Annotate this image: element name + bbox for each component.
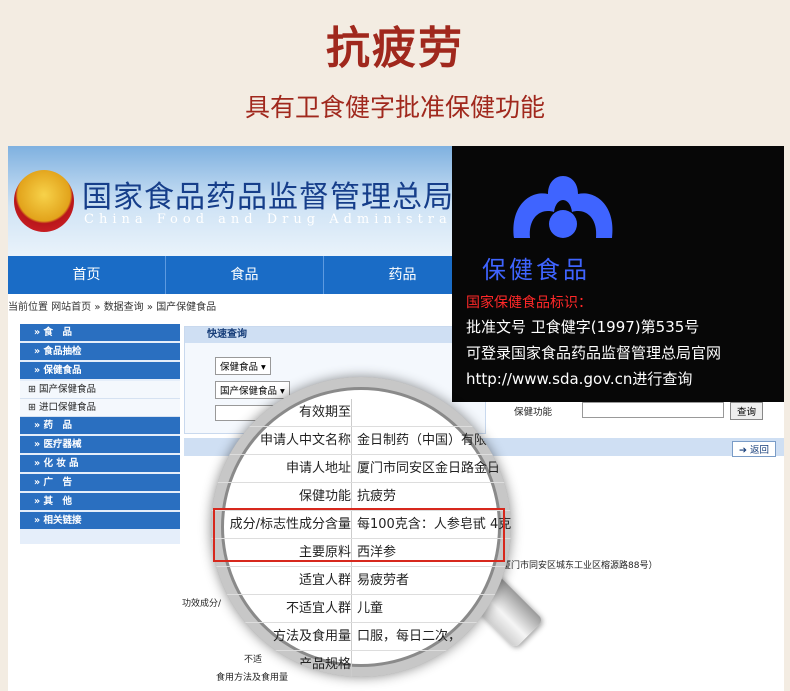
sidebar-item-label: » 化 妆 品 — [34, 458, 79, 469]
back-arrow-icon: ➔ — [739, 445, 747, 456]
breadcrumb-sep: » — [94, 302, 101, 313]
subcategory-select[interactable]: 国产保健食品 ▾ — [215, 381, 290, 399]
detail-value: 厦门市同安区金日路金日 — [357, 461, 501, 476]
detail-key: 申请人中文名称 — [259, 433, 351, 448]
sidebar-item-label: 进口保健食品 — [38, 402, 96, 413]
detail-value: 抗疲劳 — [357, 489, 397, 504]
sidebar-item[interactable]: » 食品抽检 — [20, 343, 180, 362]
sidebar-item-label: » 相关链接 — [34, 515, 82, 526]
sidebar-item[interactable]: » 化 妆 品 — [20, 455, 180, 474]
detail-row: 申请人地址 厦门市同安区金日路金日 — [211, 455, 511, 483]
org-name-en: China Food and Drug Administration — [84, 212, 498, 227]
health-food-logo-text: 保健食品 — [482, 256, 590, 284]
sidebar-item-label: » 广 告 — [34, 477, 72, 488]
breadcrumb-query[interactable]: 数据查询 — [104, 302, 144, 313]
detail-value: 金日制药（中国）有限 — [357, 433, 488, 448]
sidebar-item[interactable]: » 相关链接 — [20, 512, 180, 531]
breadcrumb-label: 当前位置 — [8, 302, 48, 313]
breadcrumb-sep: » — [146, 302, 153, 313]
sidebar-item-label: » 医疗器械 — [34, 439, 82, 450]
detail-row: 方法及食用量 口服，每日二次， — [211, 623, 511, 651]
breadcrumb-home[interactable]: 网站首页 — [51, 302, 91, 313]
sidebar-item[interactable]: » 药 品 — [20, 417, 180, 436]
detail-row: 产品规格 — [211, 651, 511, 677]
expand-icon: ⊞ — [28, 384, 36, 395]
category-select[interactable]: 保健食品 ▾ — [215, 357, 271, 375]
detail-key: 保健功能 — [298, 489, 351, 504]
detail-value: 易疲劳者 — [357, 573, 410, 588]
expand-icon: ⊞ — [28, 402, 36, 413]
detail-value: 儿童 — [357, 601, 384, 616]
national-emblem-icon — [14, 170, 74, 232]
sidebar-item-label: » 其 他 — [34, 496, 72, 507]
hero-title: 抗疲劳 — [326, 23, 464, 74]
highlight-frame — [213, 508, 505, 562]
sidebar-item-label: » 保健食品 — [34, 365, 82, 376]
address-partial: 厦门市同安区城东工业区榕源路88号） — [502, 561, 658, 571]
detail-key: 方法及食用量 — [272, 629, 351, 644]
detail-key: 不适宜人群 — [285, 601, 351, 616]
hero-subtitle: 具有卫食健字批准保健功能 — [244, 93, 545, 122]
mark-title: 国家保健食品标识： — [466, 295, 592, 311]
sidebar: » 食 品» 食品抽检» 保健食品 ⊞ 国产保健食品 ⊞ 进口保健食品» 药 品» 医疗… — [20, 324, 180, 544]
sidebar-item[interactable]: ⊞ 国产保健食品 — [20, 381, 180, 399]
detail-key: 产品规格 — [298, 657, 351, 672]
quick-search-title: 快速查询 — [185, 327, 485, 343]
back-button-label: 返回 — [750, 445, 770, 456]
health-food-info-overlay: 保健食品 国家保健食品标识： 批准文号 卫食健字(1997)第535号 可登录国… — [452, 146, 784, 402]
health-food-logo-icon — [513, 176, 613, 238]
sidebar-item[interactable]: » 医疗器械 — [20, 436, 180, 455]
detail-key: 适宜人群 — [298, 573, 351, 588]
column-divider — [351, 427, 352, 454]
detail-row: 申请人中文名称 金日制药（中国）有限 — [211, 427, 511, 455]
right-search-input[interactable] — [582, 402, 724, 418]
column-divider — [351, 567, 352, 594]
approval-line: 批准文号 卫食健字(1997)第535号 — [466, 318, 700, 336]
sidebar-item-label: 国产保健食品 — [38, 384, 96, 395]
back-button[interactable]: ➔ 返回 — [732, 441, 777, 457]
column-divider — [351, 399, 352, 426]
right-search-button[interactable]: 查询 — [730, 402, 764, 420]
detail-row: 保健功能 抗疲劳 — [211, 483, 511, 511]
detail-row: 不适宜人群 儿童 — [211, 595, 511, 623]
sidebar-item[interactable]: » 其 他 — [20, 493, 180, 512]
right-search-label: 保健功能 — [514, 407, 553, 418]
org-name-cn: 国家食品药品监督管理总局 — [82, 180, 454, 215]
detail-key: 申请人地址 — [285, 461, 351, 476]
nav-home[interactable]: 首页 — [8, 256, 166, 294]
column-divider — [351, 651, 352, 677]
sidebar-item-label: » 药 品 — [34, 420, 72, 431]
sidebar-item[interactable]: » 保健食品 — [20, 362, 180, 381]
column-divider — [351, 483, 352, 510]
nav-food[interactable]: 食品 — [166, 256, 324, 294]
website-url-line: http://www.sda.gov.cn进行查询 — [466, 370, 693, 388]
column-divider — [351, 455, 352, 482]
website-hint-line: 可登录国家食品药品监督管理总局官网 — [466, 344, 722, 362]
sidebar-item[interactable]: ⊞ 进口保健食品 — [20, 399, 180, 417]
column-divider — [351, 595, 352, 622]
sidebar-item[interactable]: » 食 品 — [20, 324, 180, 343]
detail-row: 适宜人群 易疲劳者 — [211, 567, 511, 595]
sidebar-item[interactable]: » 广 告 — [20, 474, 180, 493]
sidebar-item-label: » 食 品 — [34, 327, 72, 338]
sidebar-item-label: » 食品抽检 — [34, 346, 82, 357]
column-divider — [351, 623, 352, 650]
detail-key: 有效期至 — [298, 405, 351, 420]
detail-row: 有效期至 — [211, 399, 511, 427]
breadcrumb: 当前位置 网站首页 » 数据查询 » 国产保健食品 — [8, 298, 216, 313]
breadcrumb-current: 国产保健食品 — [156, 302, 217, 313]
detail-value: 口服，每日二次， — [357, 629, 462, 644]
